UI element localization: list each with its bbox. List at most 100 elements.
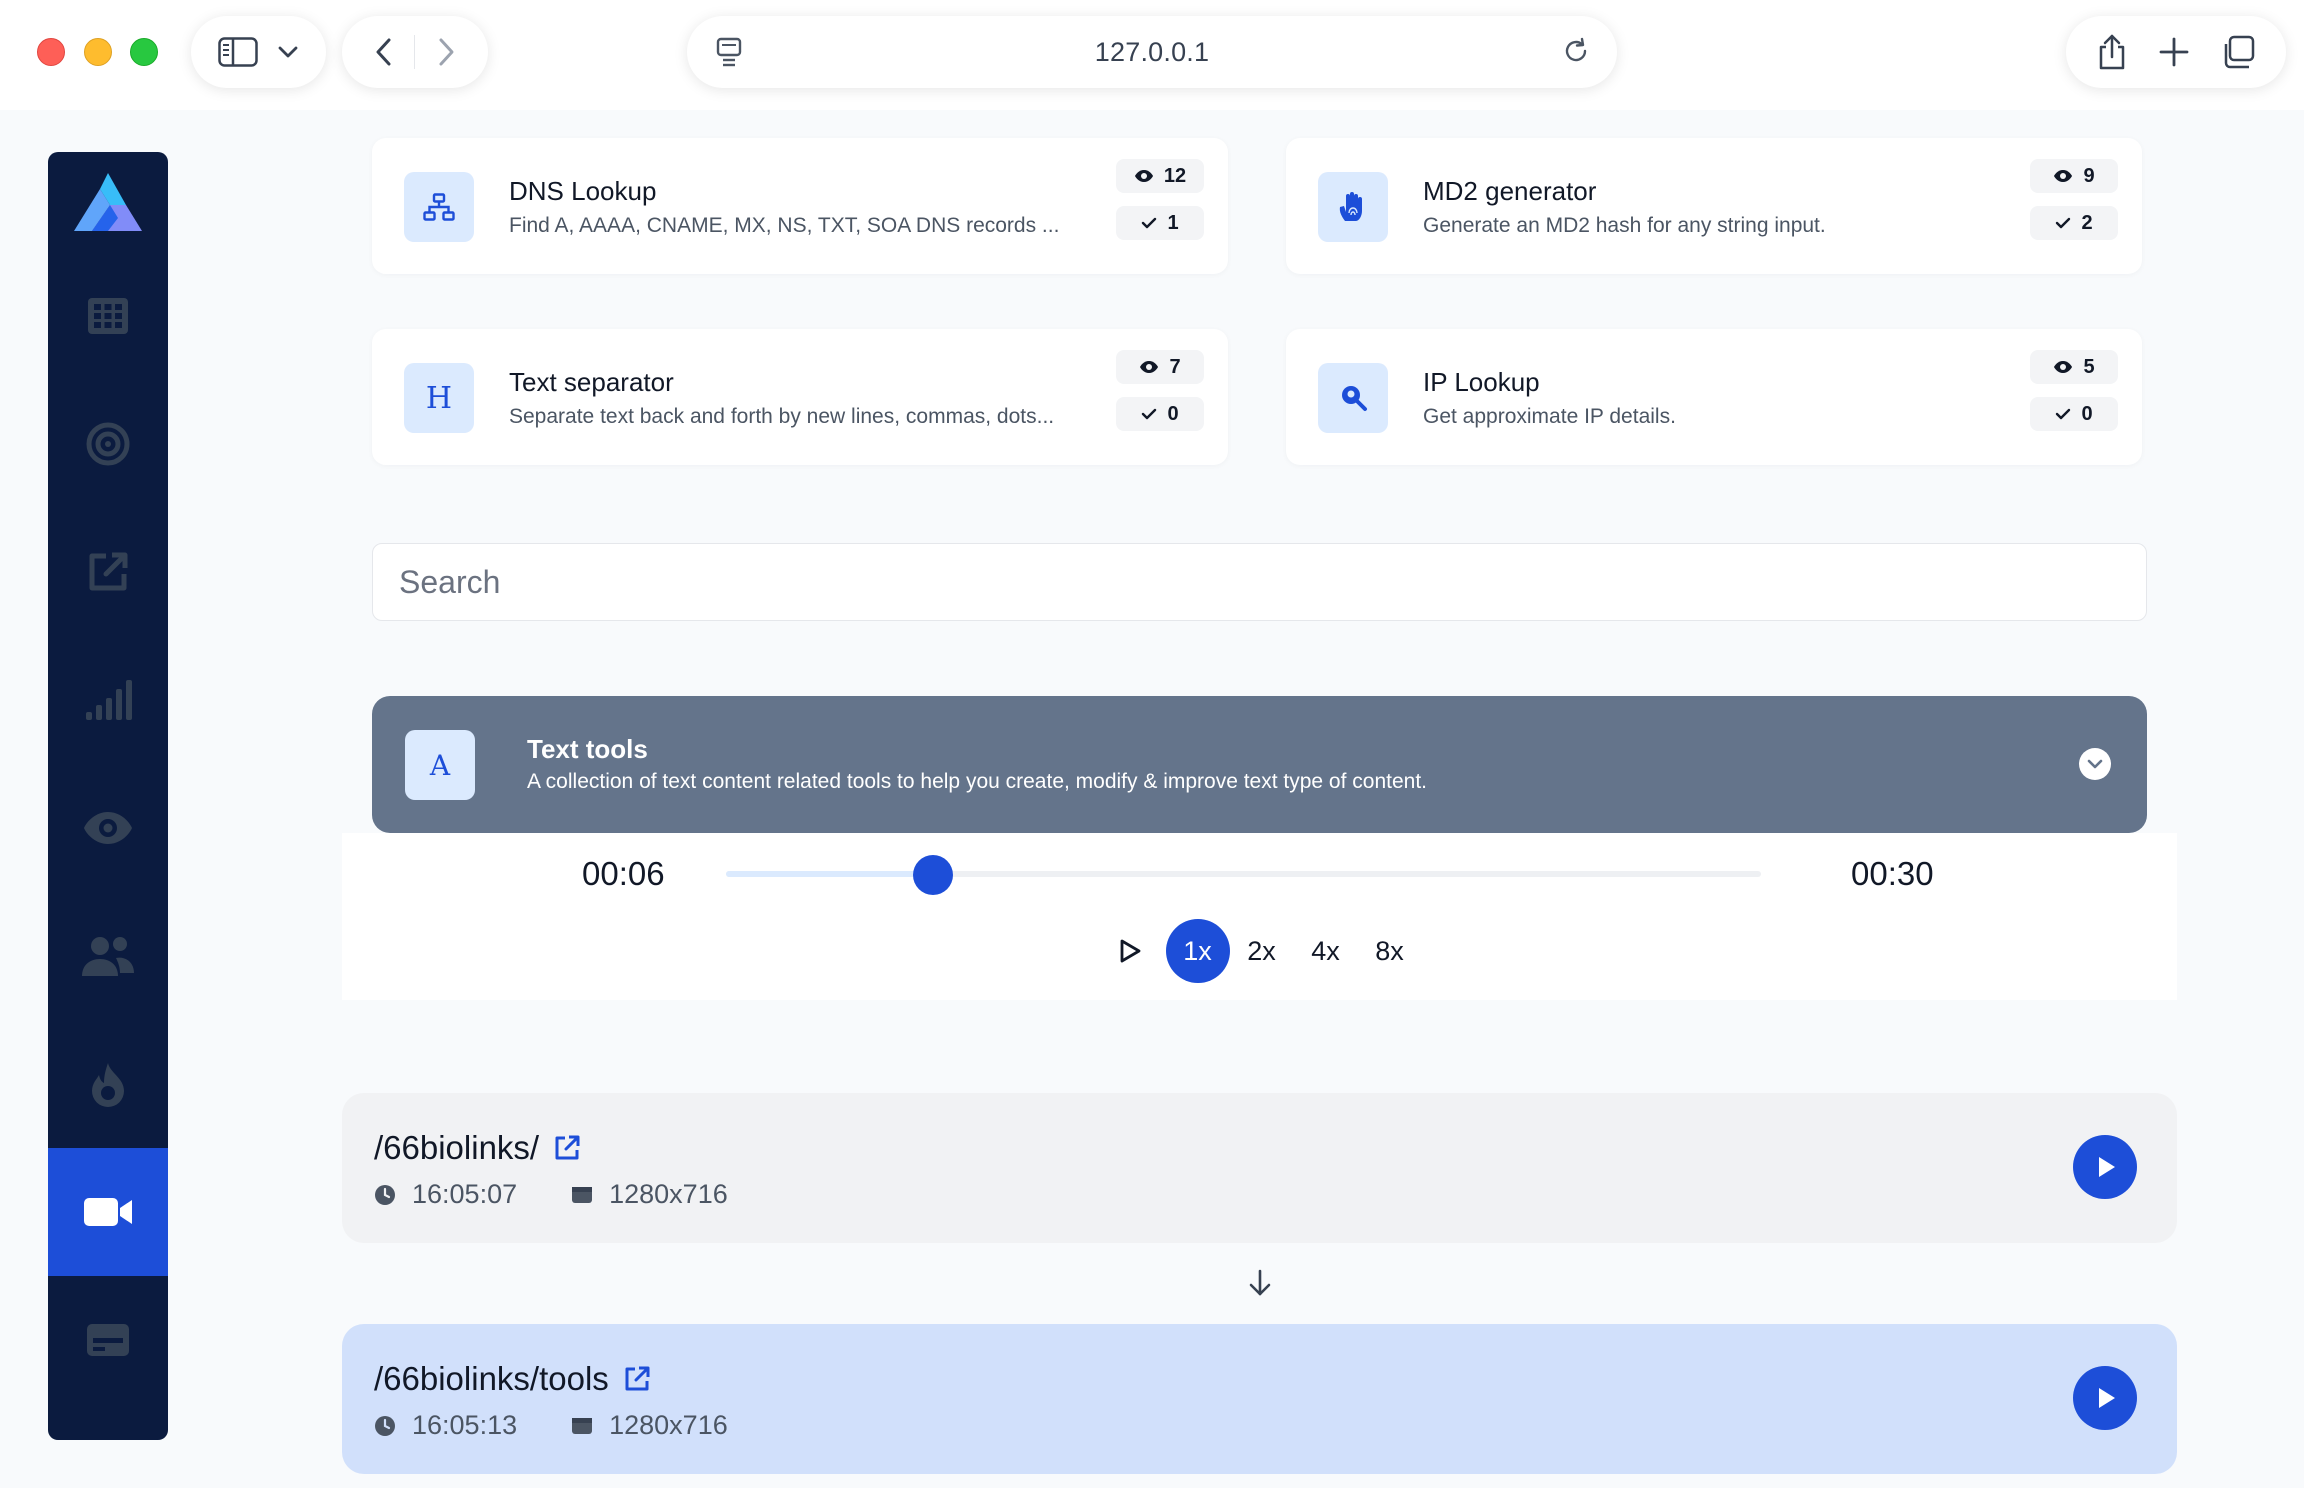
external-link-icon[interactable] [553, 1134, 581, 1162]
eye-icon [1140, 361, 1159, 373]
sidebar-item-links[interactable] [48, 508, 168, 636]
recording-time: 16:05:07 [412, 1179, 518, 1209]
brand-logo[interactable] [48, 152, 168, 252]
tool-description: Separate text back and forth by new line… [509, 405, 1055, 428]
clock-icon [375, 1415, 395, 1436]
speed-1x-button[interactable]: 1x [1165, 919, 1230, 983]
fire-icon [92, 1063, 124, 1107]
check-icon [2056, 408, 2071, 420]
play-icon [2099, 1157, 2115, 1177]
sidebar-toggle-icon[interactable] [218, 37, 258, 67]
new-tab-icon[interactable] [2159, 37, 2189, 67]
views-badge: 5 [2030, 350, 2118, 384]
speed-2x-button[interactable]: 2x [1230, 919, 1294, 983]
category-banner-text-tools[interactable]: A Text tools A collection of text conten… [372, 696, 2147, 833]
completed-badge: 2 [2030, 206, 2118, 240]
history-nav-group [342, 16, 488, 88]
close-window-button[interactable] [37, 38, 65, 66]
play-recording-button[interactable] [2073, 1135, 2137, 1199]
search-location-icon [1318, 363, 1388, 433]
tool-title: DNS Lookup [509, 176, 657, 206]
signal-bars-icon [86, 680, 132, 720]
replay-player: 00:06 00:30 1x 2x 4x 8x [342, 833, 2177, 1000]
speed-4x-button[interactable]: 4x [1294, 919, 1358, 983]
completed-badge: 1 [1116, 206, 1204, 240]
speed-8x-button[interactable]: 8x [1358, 919, 1422, 983]
check-icon [1142, 217, 1157, 229]
form-card-icon [87, 1324, 129, 1356]
users-icon [82, 937, 134, 976]
tool-title: IP Lookup [1423, 367, 1540, 397]
play-button[interactable] [1098, 919, 1162, 983]
nav-divider [414, 35, 416, 69]
play-recording-button[interactable] [2073, 1366, 2137, 1430]
completed-badge: 0 [1116, 397, 1204, 431]
tool-description: Get approximate IP details. [1423, 405, 1676, 428]
eye-icon [84, 812, 132, 844]
recording-time: 16:05:13 [412, 1410, 518, 1440]
sidebar-item-statistics[interactable] [48, 636, 168, 764]
category-description: A collection of text content related too… [527, 770, 1427, 793]
sidebar-item-forms[interactable] [48, 1276, 168, 1404]
sidebar-toggle-group [191, 16, 326, 88]
share-icon[interactable] [2096, 33, 2128, 71]
fingerprint-hand-icon [1318, 172, 1388, 242]
sidebar-item-visitors[interactable] [48, 764, 168, 892]
recording-path: /66biolinks/tools [374, 1360, 651, 1398]
tool-card-text-separator[interactable]: H Text separator Separate text back and … [372, 329, 1228, 465]
chevron-down-icon[interactable] [277, 45, 299, 59]
views-badge: 7 [1116, 350, 1204, 384]
play-icon [1120, 939, 1140, 963]
letter-a-icon: A [405, 730, 475, 800]
check-icon [1142, 408, 1157, 420]
sidebar-item-heatmaps[interactable] [48, 1020, 168, 1148]
window-icon [572, 1417, 593, 1434]
minimize-window-button[interactable] [84, 38, 112, 66]
video-camera-icon [84, 1198, 132, 1226]
sidebar-item-replays[interactable] [48, 1148, 168, 1276]
external-link-icon[interactable] [623, 1365, 651, 1393]
progress-thumb[interactable] [913, 855, 953, 895]
back-icon[interactable] [374, 37, 394, 67]
address-bar[interactable]: 127.0.0.1 [687, 16, 1617, 88]
recording-row[interactable]: /66biolinks/ 16:05:07 1280x716 [342, 1093, 2177, 1243]
reload-icon[interactable] [1561, 36, 1591, 66]
recording-meta: 16:05:07 1280x716 [374, 1179, 782, 1210]
sitemap-icon [404, 172, 474, 242]
forward-icon[interactable] [436, 37, 456, 67]
maximize-window-button[interactable] [130, 38, 158, 66]
clock-icon [375, 1184, 395, 1205]
sidebar-item-dashboard[interactable] [48, 252, 168, 380]
grid-icon [88, 298, 128, 334]
eye-icon [2054, 170, 2073, 182]
progress-slider[interactable] [726, 871, 1761, 877]
search-input[interactable] [372, 543, 2147, 621]
tool-description: Find A, AAAA, CNAME, MX, NS, TXT, SOA DN… [509, 214, 1060, 237]
total-time: 00:30 [1851, 855, 1934, 892]
completed-badge: 0 [2030, 397, 2118, 431]
tool-card-ip-lookup[interactable]: IP Lookup Get approximate IP details. 5 … [1286, 329, 2142, 465]
views-badge: 9 [2030, 159, 2118, 193]
sidebar [48, 152, 168, 1440]
sidebar-item-goals[interactable] [48, 380, 168, 508]
tab-overview-icon[interactable] [2220, 34, 2256, 70]
chevron-down-icon[interactable] [2079, 748, 2111, 780]
external-link-icon [89, 552, 128, 591]
category-title: Text tools [527, 734, 648, 764]
page-settings-icon[interactable] [715, 36, 743, 68]
tool-card-md2-generator[interactable]: MD2 generator Generate an MD2 hash for a… [1286, 138, 2142, 274]
browser-toolbar: 127.0.0.1 [0, 0, 2304, 110]
play-icon [2099, 1388, 2115, 1408]
tool-card-dns-lookup[interactable]: DNS Lookup Find A, AAAA, CNAME, MX, NS, … [372, 138, 1228, 274]
url-text: 127.0.0.1 [1094, 36, 1210, 67]
eye-icon [2054, 361, 2073, 373]
window-icon [572, 1186, 593, 1203]
recording-resolution: 1280x716 [609, 1179, 728, 1209]
recording-meta: 16:05:13 1280x716 [374, 1410, 782, 1441]
heading-letter-icon: H [404, 363, 474, 433]
tool-title: Text separator [509, 367, 674, 397]
arrow-down-icon [1247, 1268, 1273, 1303]
sidebar-item-users[interactable] [48, 892, 168, 1020]
recording-row-active[interactable]: /66biolinks/tools 16:05:13 1280x716 [342, 1324, 2177, 1474]
eye-icon [1134, 170, 1153, 182]
